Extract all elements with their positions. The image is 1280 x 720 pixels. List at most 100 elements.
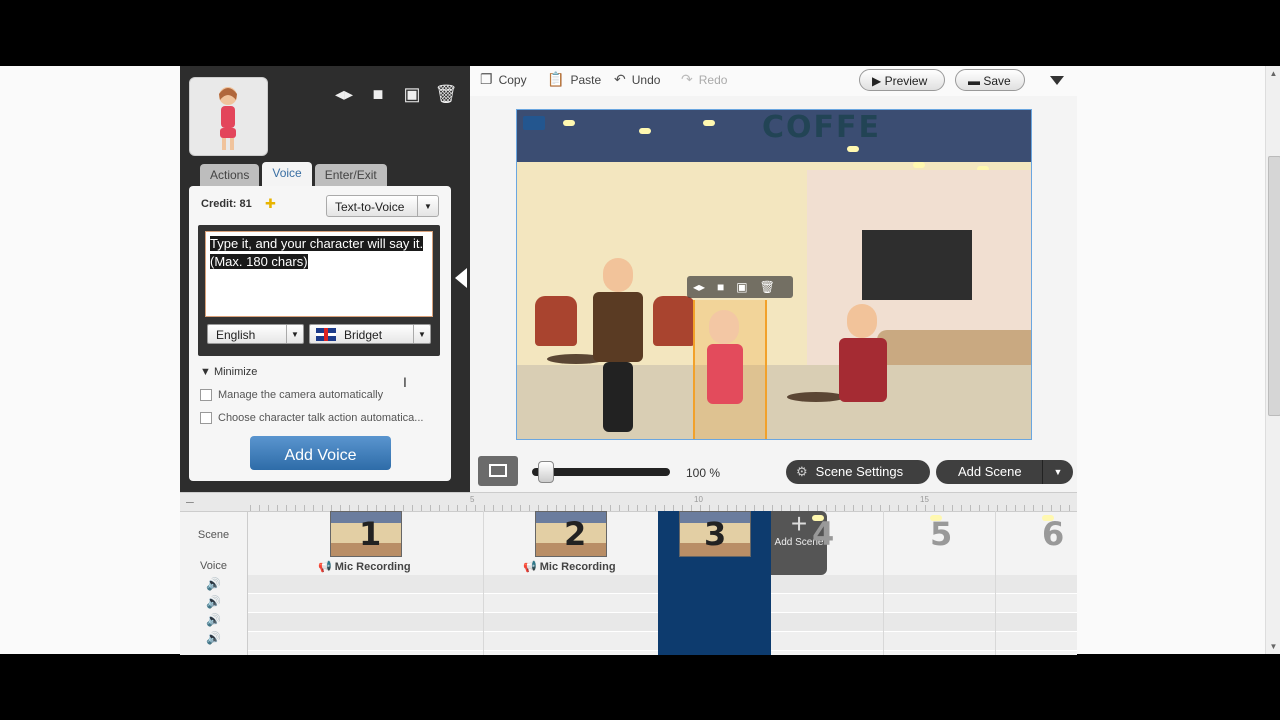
voice-value: Bridget <box>344 328 383 342</box>
scene-settings-button[interactable]: ⚙ Scene Settings <box>786 460 930 484</box>
tts-mode-select[interactable]: Text-to-Voice ▼ <box>326 195 439 217</box>
ruler-label: 10 <box>694 495 703 504</box>
mic-recording-label[interactable]: 📢 Mic Recording <box>523 560 616 573</box>
megaphone-icon: 📢 <box>318 561 335 573</box>
character-head <box>603 258 633 292</box>
voice-text-input[interactable]: Type it, and your character will say it.… <box>205 231 433 317</box>
selection-toolbar[interactable]: ◂▸ ■ ▣ 🗑 <box>687 276 793 298</box>
flip-icon[interactable]: ◂▸ <box>332 82 356 106</box>
camera-auto-checkbox[interactable] <box>200 389 212 401</box>
copy-icon: ❐ <box>480 71 493 87</box>
ceiling-light <box>847 146 859 152</box>
character-body <box>593 292 643 362</box>
talk-auto-row[interactable]: Choose character talk action automatica.… <box>200 412 423 424</box>
language-value: English <box>216 328 256 342</box>
chevron-down-icon: ▼ <box>413 325 430 343</box>
flip-icon[interactable]: ◂▸ <box>693 280 705 294</box>
camera-icon[interactable] <box>523 116 545 130</box>
armchair <box>653 296 695 346</box>
voice-select[interactable]: Bridget ▼ <box>309 324 431 344</box>
scene-number: 6 <box>1042 515 1065 553</box>
scene-number: 1 <box>359 515 382 553</box>
mic-recording-label[interactable]: 📢 Mic Recording <box>318 560 411 573</box>
scene-divider <box>995 511 996 655</box>
add-credit-icon[interactable]: ✚ <box>265 196 276 212</box>
scene-row-label: Scene <box>197 529 230 541</box>
tab-enter-exit[interactable]: Enter/Exit <box>314 164 387 186</box>
vertical-scrollbar[interactable]: ▲ ▼ <box>1265 66 1280 654</box>
scroll-thumb[interactable] <box>1268 156 1280 416</box>
menu-chevron-icon[interactable] <box>1050 76 1064 85</box>
character-avatar[interactable] <box>189 77 268 156</box>
speaker-icon[interactable]: 🔊 <box>206 613 221 627</box>
camera-auto-row[interactable]: Manage the camera automatically <box>200 389 383 401</box>
ceiling-light <box>703 120 715 126</box>
redo-icon: ↷ <box>681 71 693 87</box>
character-legs <box>603 362 633 432</box>
bring-front-icon[interactable]: ■ <box>717 280 724 294</box>
paste-label: Paste <box>570 72 602 87</box>
scene-number: 2 <box>564 515 587 553</box>
scene-stage[interactable]: COFFE ◂▸ ■ ▣ 🗑 <box>516 109 1032 440</box>
speaker-icon[interactable]: 🔊 <box>206 577 221 591</box>
add-voice-button[interactable]: Add Voice <box>250 436 391 470</box>
tab-actions[interactable]: Actions <box>200 164 260 186</box>
character-head <box>709 310 739 344</box>
menu-board <box>862 230 972 300</box>
scene-settings-label: Scene Settings <box>815 464 904 479</box>
send-back-icon[interactable]: ▣ <box>400 82 424 106</box>
collapse-panel-icon[interactable] <box>455 268 467 288</box>
paste-icon: 📋 <box>547 71 565 87</box>
tab-voice[interactable]: Voice <box>262 162 312 186</box>
stage-toolbar: ❐ Copy 📋 Paste ↶ Undo ↷ Redo ▶ Preview ▬ Sav… <box>470 66 1077 96</box>
undo-label: Undo <box>631 72 661 87</box>
track-labels: Scene Voice 🔊 🔊 🔊 🔊 <box>180 511 248 655</box>
scene-divider <box>883 511 884 655</box>
paste-button[interactable]: 📋 Paste <box>547 71 601 88</box>
scene-divider <box>483 511 484 655</box>
zoom-level: 100 % <box>686 466 721 480</box>
stage-controls: 100 % ⚙ Scene Settings Add Scene ▼ <box>470 456 1077 492</box>
scroll-down-icon[interactable]: ▼ <box>1266 639 1280 654</box>
save-button[interactable]: ▬ Save <box>955 69 1025 91</box>
scroll-up-icon[interactable]: ▲ <box>1266 66 1280 81</box>
ruler-label: 5 <box>470 495 475 504</box>
mic-recording-text: Mic Recording <box>539 561 616 573</box>
preview-button[interactable]: ▶ Preview <box>859 69 945 91</box>
minimize-toggle[interactable]: ▼ Minimize <box>200 366 257 378</box>
bring-front-icon[interactable]: ■ <box>366 82 390 106</box>
play-icon: ▶ <box>872 74 885 88</box>
undo-button[interactable]: ↶ Undo <box>614 71 660 88</box>
camera-view-button[interactable] <box>478 456 518 486</box>
speaker-icon[interactable]: 🔊 <box>206 595 221 609</box>
ceiling-light <box>913 162 925 168</box>
redo-button[interactable]: ↷ Redo <box>681 71 727 88</box>
floor <box>517 365 1031 439</box>
talk-auto-label: Choose character talk action automatica.… <box>218 412 424 424</box>
text-cursor-icon: I <box>403 374 407 390</box>
add-scene-label: Add Scene <box>958 464 1022 479</box>
ceiling-light <box>639 128 651 134</box>
copy-label: Copy <box>498 72 527 87</box>
zoom-slider-thumb[interactable] <box>538 461 555 483</box>
talk-auto-checkbox[interactable] <box>200 412 212 424</box>
speaker-icon[interactable]: 🔊 <box>206 631 221 645</box>
mic-recording-text: Mic Recording <box>334 561 411 573</box>
preview-label: Preview <box>884 74 928 88</box>
trash-icon[interactable]: 🗑 <box>434 82 458 106</box>
character-body <box>707 344 743 404</box>
language-select[interactable]: English ▼ <box>207 324 304 344</box>
send-back-icon[interactable]: ▣ <box>736 280 747 294</box>
copy-button[interactable]: ❐ Copy <box>480 71 527 88</box>
chevron-down-icon[interactable]: ▼ <box>1042 460 1073 484</box>
voice-row-label: Voice <box>200 560 227 572</box>
redo-label: Redo <box>698 72 728 87</box>
add-scene-button[interactable]: Add Scene ▼ <box>936 460 1073 484</box>
timeline-ruler[interactable]: – 5 10 15 <box>180 493 1077 512</box>
ruler-label: 15 <box>920 495 929 504</box>
undo-icon: ↶ <box>614 71 626 87</box>
uk-flag-icon <box>316 328 336 341</box>
voice-pane: Credit: 81 ✚ Text-to-Voice ▼ Type it, an… <box>189 186 451 481</box>
trash-icon[interactable]: 🗑 <box>760 280 775 294</box>
zoom-out-icon[interactable]: – <box>186 493 194 509</box>
